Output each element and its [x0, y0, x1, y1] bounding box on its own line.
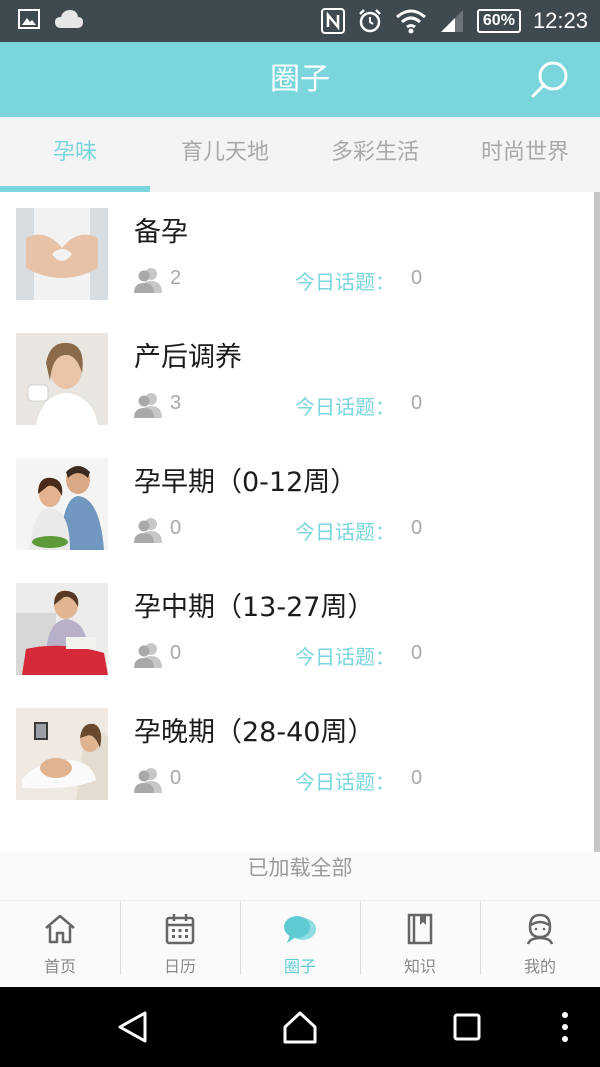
home-button-icon[interactable] [282, 1009, 318, 1045]
circle-thumbnail [16, 208, 108, 300]
search-icon[interactable] [528, 58, 572, 102]
tab-parenting[interactable]: 育儿天地 [150, 117, 300, 192]
load-status: 已加载全部 [0, 852, 600, 900]
system-nav-bar [0, 987, 600, 1067]
calendar-icon [165, 914, 195, 945]
status-bar: 60% 12:23 [0, 0, 600, 42]
tab-lifestyle[interactable]: 多彩生活 [300, 117, 450, 192]
home-icon [45, 914, 75, 944]
nav-calendar[interactable]: 日历 [120, 901, 240, 987]
scrollbar[interactable] [594, 192, 600, 852]
signal-icon [440, 10, 463, 32]
circle-name: 孕晚期（28-40周） [134, 717, 375, 748]
nav-home[interactable]: 首页 [0, 901, 120, 987]
members-icon [134, 268, 162, 293]
topic-count: 0 [411, 267, 423, 289]
circle-thumbnail [16, 333, 108, 425]
topic-label: 今日话题： [295, 770, 395, 794]
image-icon [18, 9, 40, 29]
nfc-icon [320, 8, 345, 34]
list-item[interactable]: 孕晚期（28-40周） 0 今日话题： 0 [0, 692, 594, 817]
back-icon[interactable] [115, 1009, 151, 1045]
list-item[interactable]: 孕早期（0-12周） 0 今日话题： 0 [0, 442, 594, 567]
cloud-icon [55, 10, 83, 28]
battery-indicator: 60% [476, 9, 521, 33]
circle-name: 孕中期（13-27周） [134, 592, 375, 623]
members-count: 0 [170, 642, 182, 664]
topic-label: 今日话题： [295, 395, 395, 419]
chat-bubbles-icon [284, 916, 316, 943]
book-icon [407, 913, 433, 945]
bottom-nav: 首页 日历 圈子 知识 我的 [0, 900, 600, 987]
circle-name: 备孕 [134, 217, 188, 248]
members-icon [134, 518, 162, 543]
list-item[interactable]: 孕中期（13-27周） 0 今日话题： 0 [0, 567, 594, 692]
profile-icon [526, 913, 554, 945]
nav-label: 知识 [403, 957, 436, 976]
topic-count: 0 [411, 642, 423, 664]
circle-thumbnail [16, 458, 108, 550]
tab-fashion[interactable]: 时尚世界 [450, 117, 600, 192]
members-icon [134, 643, 162, 668]
list-item[interactable]: 备孕 2 今日话题： 0 [0, 192, 594, 317]
circle-thumbnail [16, 708, 108, 800]
members-count: 2 [170, 267, 182, 289]
page-title: 圈子 [270, 62, 330, 97]
members-count: 0 [170, 767, 182, 789]
category-tabs: 孕味 育儿天地 多彩生活 时尚世界 [0, 117, 600, 192]
topic-count: 0 [411, 392, 423, 414]
topic-label: 今日话题： [295, 520, 395, 544]
recents-icon[interactable] [449, 1009, 485, 1045]
members-count: 3 [170, 392, 182, 414]
more-options-icon[interactable] [555, 1009, 575, 1045]
tab-yunwei[interactable]: 孕味 [0, 117, 150, 192]
members-icon [134, 393, 162, 418]
app-header: 圈子 [0, 42, 600, 117]
list-item[interactable]: 产后调养 3 今日话题： 0 [0, 317, 594, 442]
nav-knowledge[interactable]: 知识 [360, 901, 480, 987]
circle-thumbnail [16, 583, 108, 675]
members-count: 0 [170, 517, 182, 539]
topic-label: 今日话题： [295, 270, 395, 294]
nav-profile[interactable]: 我的 [480, 901, 600, 987]
topic-count: 0 [411, 517, 423, 539]
members-icon [134, 768, 162, 793]
wifi-icon [395, 9, 426, 34]
nav-circle[interactable]: 圈子 [240, 901, 360, 987]
alarm-icon [359, 9, 381, 33]
nav-label: 日历 [163, 957, 196, 976]
circle-name: 产后调养 [134, 342, 242, 373]
nav-label: 我的 [523, 957, 556, 976]
circle-name: 孕早期（0-12周） [134, 467, 358, 498]
circle-list: 备孕 2 今日话题： 0 产后调养 3 今日话题： 0 孕早期（0-12周） 0… [0, 192, 600, 900]
topic-count: 0 [411, 767, 423, 789]
clock: 12:23 [532, 8, 588, 33]
nav-label: 圈子 [283, 957, 316, 976]
topic-label: 今日话题： [295, 645, 395, 669]
nav-label: 首页 [43, 957, 76, 976]
